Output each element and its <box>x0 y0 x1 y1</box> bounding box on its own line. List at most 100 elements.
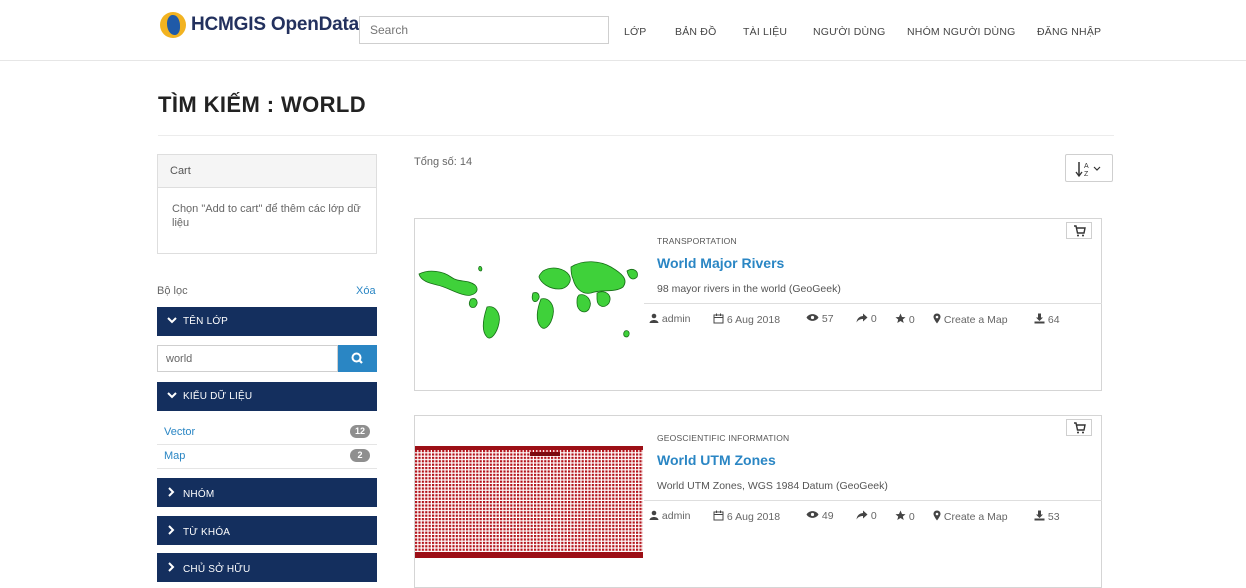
layer-title-link[interactable]: World Major Rivers <box>657 255 784 271</box>
shares-meta: 0 <box>856 313 877 325</box>
filters-label: Bộ lọc <box>157 285 188 297</box>
calendar-icon <box>713 510 724 521</box>
layer-description: World UTM Zones, WGS 1984 Datum (GeoGeek… <box>657 480 888 492</box>
search-icon <box>351 352 363 364</box>
type-filter-label[interactable]: Vector <box>164 426 195 438</box>
nav-documents[interactable]: TÀI LIỆU <box>743 26 787 38</box>
chevron-right-icon <box>167 525 179 537</box>
svg-text:A: A <box>1084 163 1089 170</box>
user-icon <box>649 313 659 323</box>
layer-meta: admin 6 Aug 2018 49 0 0 Create a Map 53 <box>649 510 1099 524</box>
count-badge: 12 <box>350 425 370 438</box>
title-divider <box>158 135 1114 136</box>
nav-groups[interactable]: NHÓM NGƯỜI DÙNG <box>907 26 1015 38</box>
chevron-down-icon <box>167 391 179 401</box>
calendar-icon <box>713 313 724 324</box>
card-divider <box>644 303 1102 304</box>
card-divider <box>644 500 1102 501</box>
user-icon <box>649 510 659 520</box>
owner-link[interactable]: admin <box>662 510 691 522</box>
add-to-cart-button[interactable] <box>1066 222 1092 239</box>
count-badge: 2 <box>350 449 370 462</box>
create-map-link[interactable]: Create a Map <box>933 313 1008 326</box>
create-map-label[interactable]: Create a Map <box>944 511 1008 523</box>
date-value: 6 Aug 2018 <box>726 511 781 523</box>
date-value: 6 Aug 2018 <box>726 314 781 326</box>
owner-link[interactable]: admin <box>662 313 691 325</box>
layer-title-link[interactable]: World UTM Zones <box>657 452 776 468</box>
cart-icon <box>1074 422 1086 434</box>
sort-button[interactable]: A Z <box>1065 154 1113 182</box>
add-to-cart-button[interactable] <box>1066 419 1092 436</box>
download-icon <box>1034 313 1045 324</box>
cart-icon <box>1074 225 1086 237</box>
layer-thumbnail[interactable] <box>415 219 643 390</box>
views-meta: 49 <box>806 510 834 522</box>
nav-users[interactable]: NGƯỜI DÙNG <box>813 26 885 38</box>
star-icon <box>895 510 906 520</box>
cart-panel: Cart Chọn "Add to cart" để thêm các lớp … <box>157 154 377 254</box>
cart-title: Cart <box>158 155 376 188</box>
downloads-meta: 53 <box>1034 510 1060 523</box>
shares-count: 0 <box>870 313 877 325</box>
chevron-right-icon <box>167 487 179 499</box>
filter-section-group[interactable]: NHÓM <box>157 478 377 507</box>
nav-layers[interactable]: LỚP <box>624 26 646 38</box>
views-count: 49 <box>821 510 834 522</box>
views-count: 57 <box>821 313 834 325</box>
shares-meta: 0 <box>856 510 877 522</box>
layer-category: GEOSCIENTIFIC INFORMATION <box>657 433 790 443</box>
layer-description: 98 mayor rivers in the world (GeoGeek) <box>657 283 841 295</box>
rating-meta: 0 <box>895 510 915 523</box>
filter-section-label: TÊN LỚP <box>183 316 228 327</box>
rating-value: 0 <box>908 314 915 326</box>
top-navbar: HCMGIS OpenData LỚP BẢN ĐỒ TÀI LIỆU NGƯỜ… <box>0 0 1246 61</box>
share-icon <box>856 313 868 323</box>
filter-section-owner[interactable]: CHỦ SỞ HỮU <box>157 553 377 582</box>
type-filter-map[interactable]: Map 2 <box>157 445 377 469</box>
downloads-count: 64 <box>1047 314 1060 326</box>
date-meta: 6 Aug 2018 <box>713 510 780 523</box>
filter-section-layer-name[interactable]: TÊN LỚP <box>157 307 377 336</box>
layer-name-input[interactable] <box>157 345 338 372</box>
clear-filters-link[interactable]: Xóa <box>356 285 376 297</box>
type-filter-label[interactable]: Map <box>164 450 185 462</box>
layer-category: TRANSPORTATION <box>657 236 737 246</box>
page-title: TÌM KIẾM : WORLD <box>158 92 367 117</box>
filter-section-keyword[interactable]: TỪ KHÓA <box>157 516 377 545</box>
result-card[interactable]: GEOSCIENTIFIC INFORMATION World UTM Zone… <box>414 415 1102 588</box>
result-card[interactable]: TRANSPORTATION World Major Rivers 98 may… <box>414 218 1102 391</box>
type-filter-vector[interactable]: Vector 12 <box>157 421 377 445</box>
filter-section-data-type[interactable]: KIỂU DỮ LIỆU <box>157 382 377 411</box>
filter-section-label: CHỦ SỞ HỮU <box>183 564 251 575</box>
create-map-link[interactable]: Create a Map <box>933 510 1008 523</box>
sort-alpha-icon: A Z <box>1074 160 1104 178</box>
main-nav: LỚP BẢN ĐỒ TÀI LIỆU NGƯỜI DÙNG NHÓM NGƯỜ… <box>0 26 1246 40</box>
eye-icon <box>806 511 819 518</box>
svg-text:Z: Z <box>1084 171 1089 178</box>
nav-maps[interactable]: BẢN ĐỒ <box>675 26 716 38</box>
layer-name-search-button[interactable] <box>338 345 377 372</box>
eye-icon <box>806 314 819 321</box>
map-marker-icon <box>933 313 941 324</box>
layer-thumbnail[interactable] <box>415 416 643 587</box>
owner-meta: admin <box>649 510 691 522</box>
filter-section-label: NHÓM <box>183 489 215 500</box>
views-meta: 57 <box>806 313 834 325</box>
chevron-down-icon <box>167 316 179 326</box>
owner-meta: admin <box>649 313 691 325</box>
share-icon <box>856 510 868 520</box>
layer-meta: admin 6 Aug 2018 57 0 0 Create a Map 64 <box>649 313 1099 327</box>
filter-section-label: TỪ KHÓA <box>183 527 231 538</box>
nav-login[interactable]: ĐĂNG NHẬP <box>1037 26 1101 38</box>
downloads-meta: 64 <box>1034 313 1060 326</box>
results-total: Tổng số: 14 <box>414 156 473 168</box>
rating-meta: 0 <box>895 313 915 326</box>
filter-section-label: KIỂU DỮ LIỆU <box>183 391 253 402</box>
chevron-right-icon <box>167 562 179 574</box>
date-meta: 6 Aug 2018 <box>713 313 780 326</box>
rating-value: 0 <box>908 511 915 523</box>
star-icon <box>895 313 906 323</box>
create-map-label[interactable]: Create a Map <box>944 314 1008 326</box>
download-icon <box>1034 510 1045 521</box>
